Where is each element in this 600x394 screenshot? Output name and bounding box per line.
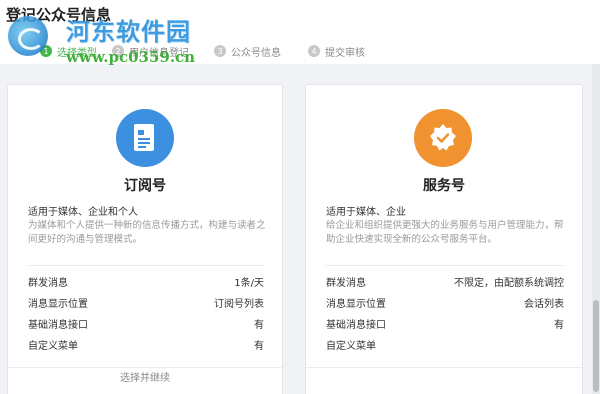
watermark: 河东软件园 www.pc0359.cn [8,10,198,66]
step-submit-review[interactable]: 4 提交审核 [308,42,365,60]
watermark-name: 河东软件园 [66,17,191,46]
divider [326,265,564,266]
feature-value: 订阅号列表 [214,299,264,310]
card-subtitle: 适用于媒体、企业 [326,207,406,218]
feature-row: 消息显示位置 订阅号列表 [28,292,264,313]
feature-label: 消息显示位置 [326,299,386,310]
scrollbar-thumb[interactable] [593,300,599,392]
step-number: 4 [308,45,320,57]
subscription-account-card[interactable]: 订阅号 适用于媒体、企业和个人 为媒体和个人提供一种新的信息传播方式，构建与读者… [7,84,283,394]
feature-label: 消息显示位置 [28,299,88,310]
feature-value: 会话列表 [524,299,564,310]
feature-value: 不限定，由配额系统调控 [454,278,564,289]
card-title: 服务号 [423,178,465,194]
feature-value: 有 [254,320,264,331]
feature-list: 群发消息 不限定，由配额系统调控 消息显示位置 会话列表 基础消息接口 有 自定… [326,271,564,355]
feature-row: 群发消息 1条/天 [28,271,264,292]
feature-label: 群发消息 [326,278,366,289]
document-icon [116,109,174,167]
feature-list: 群发消息 1条/天 消息显示位置 订阅号列表 基础消息接口 有 自定义菜单 有 [28,271,264,355]
feature-label: 自定义菜单 [326,341,376,352]
feature-value: 有 [254,341,264,352]
select-continue-button[interactable]: 选择并继续 [8,367,282,394]
feature-value: 1条/天 [234,278,264,289]
card-title: 订阅号 [124,178,166,194]
watermark-url: www.pc0359.cn [66,48,196,66]
service-account-card[interactable]: 服务号 适用于媒体、企业 给企业和组织提供更强大的业务服务与用户管理能力，帮助企… [305,84,583,394]
feature-row: 自定义菜单 有 [28,334,264,355]
feature-row: 自定义菜单 [326,334,564,355]
card-subtitle: 适用于媒体、企业和个人 [28,207,138,218]
feature-label: 群发消息 [28,278,68,289]
step-account-info[interactable]: 3 公众号信息 [214,42,281,60]
feature-row: 基础消息接口 有 [326,313,564,334]
step-number: 3 [214,45,226,57]
feature-row: 群发消息 不限定，由配额系统调控 [326,271,564,292]
verified-badge-icon [414,109,472,167]
top-bar: 登记公众号信息 1 选择类型 2 用户信息登记 3 公众号信息 4 提交审核 河… [0,0,600,66]
step-label: 公众号信息 [231,47,281,59]
select-continue-button[interactable] [306,367,582,394]
step-label: 提交审核 [325,47,365,59]
feature-label: 基础消息接口 [326,320,386,331]
card-description: 给企业和组织提供更强大的业务服务与用户管理能力，帮助企业快速实现全新的公众号服务… [326,220,564,245]
feature-label: 基础消息接口 [28,320,88,331]
feature-label: 自定义菜单 [28,341,78,352]
divider [28,265,264,266]
feature-value: 有 [554,320,564,331]
feature-row: 消息显示位置 会话列表 [326,292,564,313]
card-description: 为媒体和个人提供一种新的信息传播方式，构建与读者之间更好的沟通与管理模式。 [28,220,266,245]
feature-row: 基础消息接口 有 [28,313,264,334]
watermark-logo-icon [8,16,48,56]
